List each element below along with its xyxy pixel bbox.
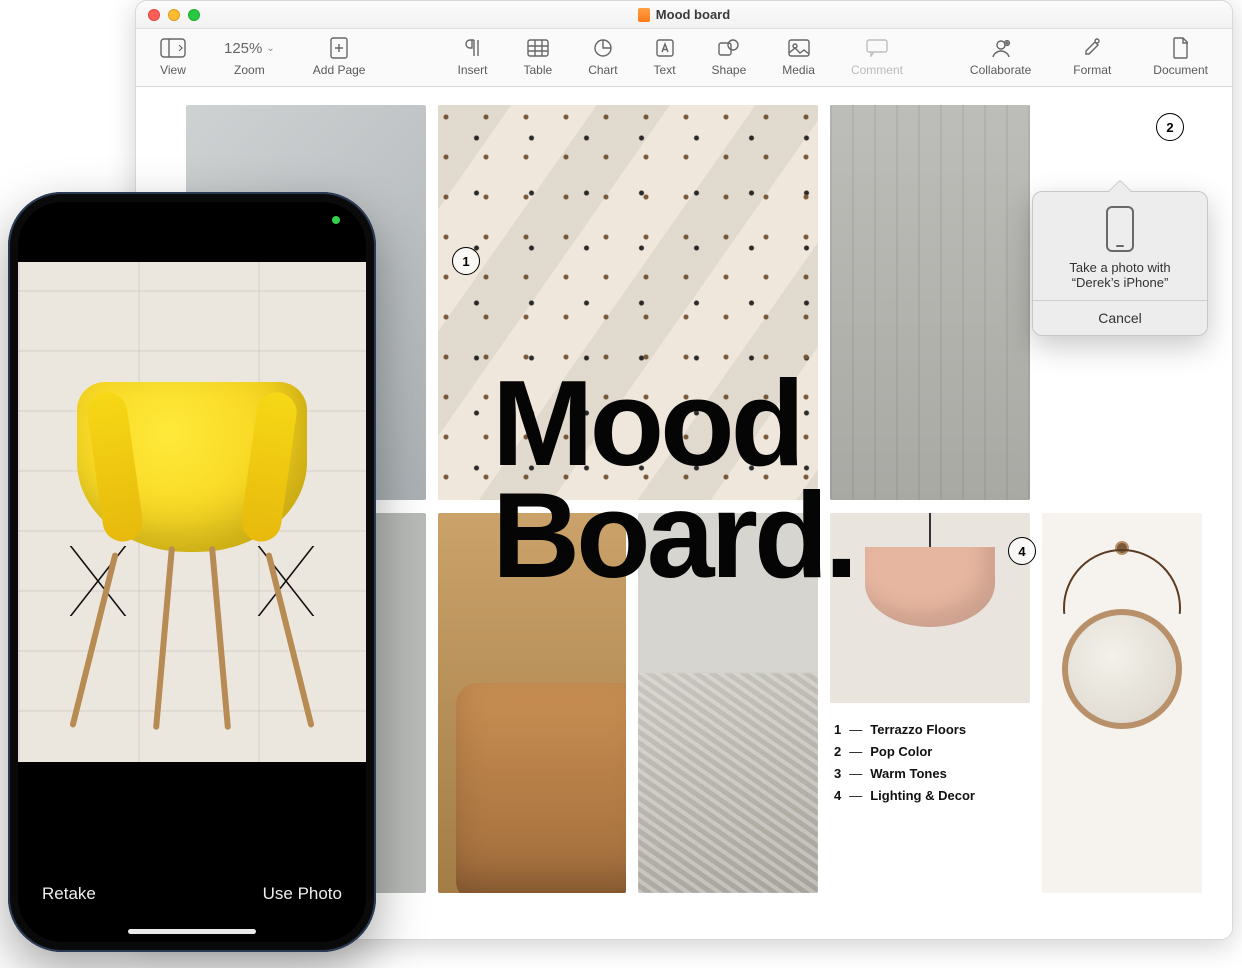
legend-num: 3 [834, 763, 841, 785]
collaborate-label: Collaborate [970, 63, 1031, 77]
legend-row: 2 — Pop Color [834, 741, 975, 763]
popover-text: “Derek’s iPhone” [1045, 275, 1195, 290]
zoom-control[interactable]: 125% ⌄ Zoom [218, 35, 281, 77]
iphone-screen: Retake Use Photo [18, 202, 366, 942]
document-label: Document [1153, 63, 1208, 77]
dash: — [849, 763, 862, 785]
legend-row: 4 — Lighting & Decor [834, 785, 975, 807]
zoom-label: Zoom [234, 63, 265, 77]
legend-label: Lighting & Decor [870, 785, 975, 807]
legend-label: Terrazzo Floors [870, 719, 966, 741]
headline[interactable]: Mood Board. [492, 367, 854, 591]
legend[interactable]: 1 — Terrazzo Floors 2 — Pop Color 3 — Wa… [834, 719, 975, 807]
table-icon [527, 35, 549, 61]
chart-label: Chart [588, 63, 617, 77]
titlebar: Mood board [136, 1, 1232, 29]
window-title: Mood board [136, 7, 1232, 22]
retake-button[interactable]: Retake [42, 884, 96, 904]
view-label: View [160, 63, 186, 77]
home-indicator[interactable] [128, 929, 256, 934]
callout-badge[interactable]: 1 [452, 247, 480, 275]
toolbar: View 125% ⌄ Zoom Add Page Insert [136, 29, 1232, 87]
legend-num: 1 [834, 719, 841, 741]
comment-button: Comment [845, 35, 909, 77]
chevron-down-icon: ⌄ [266, 43, 274, 54]
media-icon [788, 35, 810, 61]
dash: — [849, 719, 862, 741]
pilcrow-icon [464, 35, 480, 61]
legend-label: Pop Color [870, 741, 932, 763]
callout-badge[interactable]: 2 [1156, 113, 1184, 141]
text-button[interactable]: Text [648, 35, 682, 77]
headline-line: Mood [492, 367, 854, 479]
mirror-illustration [1062, 543, 1182, 729]
use-photo-button[interactable]: Use Photo [263, 884, 342, 904]
add-page-label: Add Page [313, 63, 366, 77]
chart-icon [593, 35, 613, 61]
camera-bottom-bar: Retake Use Photo [18, 762, 366, 942]
format-button[interactable]: Format [1067, 35, 1117, 77]
shape-button[interactable]: Shape [706, 35, 753, 77]
table-button[interactable]: Table [518, 35, 559, 77]
comment-label: Comment [851, 63, 903, 77]
table-label: Table [524, 63, 553, 77]
add-page-button[interactable]: Add Page [307, 35, 372, 77]
legend-num: 2 [834, 741, 841, 763]
format-icon [1082, 35, 1102, 61]
image-tile[interactable] [830, 513, 1030, 703]
cancel-button[interactable]: Cancel [1033, 300, 1207, 335]
shape-icon [718, 35, 740, 61]
insert-button[interactable]: Insert [451, 35, 493, 77]
text-label: Text [654, 63, 676, 77]
continuity-camera-popover: Take a photo with “Derek’s iPhone” Cance… [1032, 191, 1208, 336]
chair-subject [77, 382, 307, 552]
image-tile[interactable] [830, 105, 1030, 500]
legend-num: 4 [834, 785, 841, 807]
collaborate-button[interactable]: Collaborate [964, 35, 1037, 77]
lamp-illustration [865, 513, 995, 627]
iphone-device: Retake Use Photo [8, 192, 376, 952]
legend-label: Warm Tones [870, 763, 947, 785]
image-tile[interactable] [1042, 513, 1202, 893]
media-button[interactable]: Media [776, 35, 821, 77]
chart-button[interactable]: Chart [582, 35, 623, 77]
insert-label: Insert [457, 63, 487, 77]
sidebar-icon [160, 35, 186, 61]
dash: — [849, 785, 862, 807]
format-label: Format [1073, 63, 1111, 77]
iphone-icon [1106, 206, 1134, 252]
comment-icon [866, 35, 888, 61]
notch [117, 202, 267, 232]
window-title-text: Mood board [656, 7, 730, 22]
document-button[interactable]: Document [1147, 35, 1214, 77]
camera-viewfinder[interactable] [18, 262, 366, 772]
shape-label: Shape [712, 63, 747, 77]
camera-indicator-icon [332, 216, 340, 224]
document-page-icon [1172, 35, 1190, 61]
dash: — [849, 741, 862, 763]
callout-badge[interactable]: 4 [1008, 537, 1036, 565]
document-icon [638, 8, 650, 22]
headline-line: Board. [492, 479, 854, 591]
zoom-value: 125% [224, 40, 262, 57]
collaborate-icon [990, 35, 1012, 61]
legend-row: 3 — Warm Tones [834, 763, 975, 785]
popover-text: Take a photo with [1045, 260, 1195, 275]
view-button[interactable]: View [154, 35, 192, 77]
legend-row: 1 — Terrazzo Floors [834, 719, 975, 741]
media-label: Media [782, 63, 815, 77]
add-page-icon [329, 35, 349, 61]
text-icon [655, 35, 675, 61]
